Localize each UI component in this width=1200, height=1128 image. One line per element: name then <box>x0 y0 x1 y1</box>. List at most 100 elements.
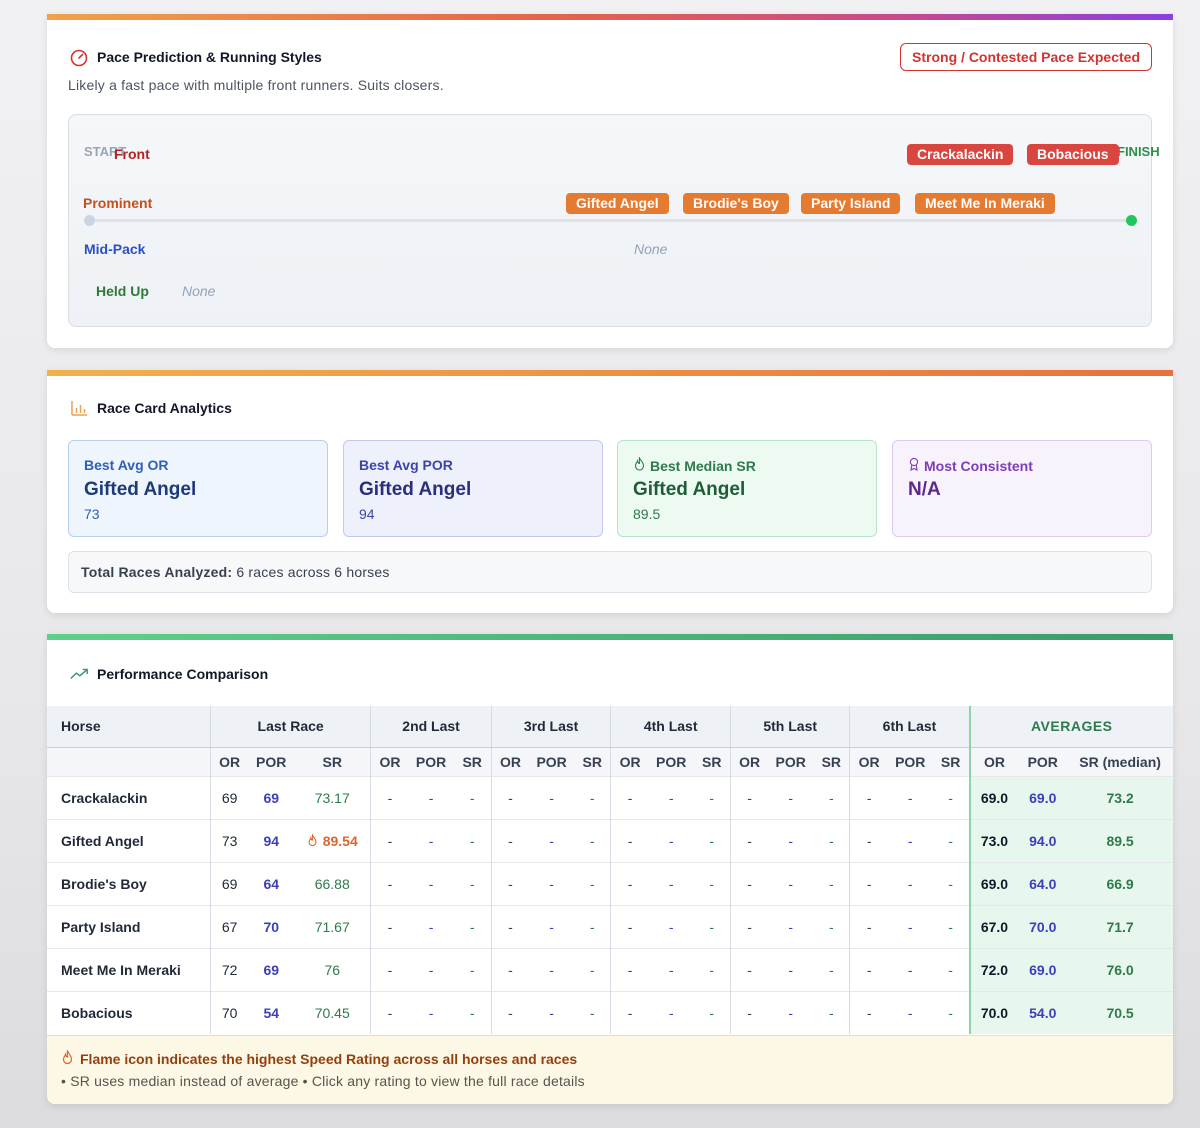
avg-por-cell: 94.0 <box>1018 818 1068 862</box>
empty-or-cell: - <box>490 947 530 991</box>
stat-horse-name: N/A <box>908 479 941 500</box>
horse-pill[interactable]: Brodie's Boy <box>683 193 789 214</box>
stat-label-row: Best Median SR <box>633 456 756 474</box>
horse-pill[interactable]: Crackalackin <box>907 144 1014 165</box>
front-horses: Crackalackin Bobacious <box>69 144 1151 165</box>
performance-title: Performance Comparison <box>97 666 269 682</box>
empty-or-cell: - <box>610 904 649 948</box>
empty-por-cell: - <box>887 947 933 991</box>
empty-or-cell: - <box>370 990 409 1034</box>
empty-or-cell: - <box>610 775 649 819</box>
empty-por-cell: - <box>408 904 454 948</box>
heldup-label: Held Up <box>96 283 149 299</box>
avg-sr-median-cell: 70.5 <box>1067 990 1173 1034</box>
stat-horse-name: Gifted Angel <box>359 479 472 500</box>
pace-title: Pace Prediction & Running Styles <box>97 49 322 65</box>
last-race-sr-cell[interactable]: 76 <box>294 947 371 991</box>
avg-or-cell: 72.0 <box>968 947 1019 991</box>
empty-sr-cell: - <box>932 775 970 819</box>
empty-por-cell: - <box>648 861 694 905</box>
avg-or-cell: 70.0 <box>968 990 1019 1034</box>
stat-horse-name: Gifted Angel <box>633 479 746 500</box>
empty-or-cell: - <box>490 818 530 862</box>
track-finish-dot <box>1126 215 1137 226</box>
last-race-sr-cell[interactable]: 71.67 <box>294 904 371 948</box>
last-race-por-cell[interactable]: 69 <box>248 947 295 991</box>
table-row: Party Island 67 70 71.67- - - - - - - - - - - - - - -67.0… <box>47 904 1173 948</box>
last-race-sr-cell[interactable]: 89.54 <box>294 818 371 862</box>
avg-or-cell: 73.0 <box>968 818 1019 862</box>
avg-sr-median-cell: 89.5 <box>1067 818 1173 862</box>
sub-header-sr: SR <box>453 747 492 776</box>
last-race-por-cell[interactable]: 54 <box>248 990 295 1034</box>
empty-sr-cell: - <box>693 861 731 905</box>
col-header-4th-last: 4th Last <box>610 706 731 748</box>
table-row: Crackalackin 69 69 73.17- - - - - - - - - - - - - - -69.0… <box>47 775 1173 819</box>
sub-header-row: OR POR SR OR POR SR OR POR SR OR POR SR OR POR SR OR POR… <box>47 747 1173 776</box>
empty-or-cell: - <box>729 990 769 1034</box>
stat-value: 89.5 <box>633 506 661 522</box>
stat-best-avg-por: Best Avg POR Gifted Angel 94 <box>343 440 603 537</box>
last-race-por-cell[interactable]: 70 <box>248 904 295 948</box>
avg-sr-median-cell: 66.9 <box>1067 861 1173 905</box>
table-row: Brodie's Boy 69 64 66.88- - - - - - - - - - - - - - -69.0… <box>47 861 1173 905</box>
last-race-or-cell[interactable]: 67 <box>209 904 249 948</box>
last-race-por-cell[interactable]: 69 <box>248 775 295 819</box>
last-race-por-cell[interactable]: 94 <box>248 818 295 862</box>
sub-header-sr: SR <box>693 747 731 776</box>
horse-pill[interactable]: Meet Me In Meraki <box>915 193 1055 214</box>
horse-pill[interactable]: Bobacious <box>1027 144 1119 165</box>
table-row: Bobacious 70 54 70.45- - - - - - - - - - - - - - -70.0 54.… <box>47 990 1173 1034</box>
horse-pill[interactable]: Gifted Angel <box>566 193 669 214</box>
horse-name-cell: Bobacious <box>47 990 211 1034</box>
bar-chart-icon <box>69 398 89 418</box>
empty-sr-cell: - <box>813 775 850 819</box>
empty-sr-cell: - <box>453 904 492 948</box>
empty-or-cell: - <box>490 861 530 905</box>
empty-or-cell: - <box>849 818 888 862</box>
avg-por-cell: 54.0 <box>1018 990 1068 1034</box>
sub-header-avg-1: POR <box>1018 747 1068 776</box>
table-row: Gifted Angel 73 94 89.54- - - - - - - - - - - - - - -73.0… <box>47 818 1173 862</box>
empty-sr-cell: - <box>574 861 611 905</box>
last-race-or-cell[interactable]: 70 <box>209 990 249 1034</box>
heldup-none: None <box>182 283 216 299</box>
horse-pill[interactable]: Party Island <box>801 193 901 214</box>
last-race-sr-cell[interactable]: 70.45 <box>294 990 371 1034</box>
last-race-or-cell[interactable]: 69 <box>209 775 249 819</box>
last-race-or-cell[interactable]: 72 <box>209 947 249 991</box>
empty-or-cell: - <box>370 818 409 862</box>
last-race-sr-cell[interactable]: 66.88 <box>294 861 371 905</box>
sub-header-por: POR <box>529 747 575 776</box>
empty-sr-cell: - <box>693 775 731 819</box>
analytics-title-row: Race Card Analytics <box>69 398 232 418</box>
avg-sr-median-cell: 71.7 <box>1067 904 1173 948</box>
last-race-sr-cell[interactable]: 73.17 <box>294 775 371 819</box>
award-icon <box>908 457 920 474</box>
empty-por-cell: - <box>768 818 814 862</box>
last-race-por-cell[interactable]: 64 <box>248 861 295 905</box>
total-races-value: 6 races across 6 horses <box>236 564 390 580</box>
race-card-analytics-card: Race Card Analytics Best Avg OR Gifted A… <box>47 370 1173 613</box>
empty-or-cell: - <box>729 947 769 991</box>
avg-sr-median-cell: 73.2 <box>1067 775 1173 819</box>
empty-por-cell: - <box>648 947 694 991</box>
avg-por-cell: 69.0 <box>1018 775 1068 819</box>
empty-or-cell: - <box>849 947 888 991</box>
empty-sr-cell: - <box>932 818 970 862</box>
empty-or-cell: - <box>849 904 888 948</box>
avg-por-cell: 64.0 <box>1018 861 1068 905</box>
stat-best-avg-or: Best Avg OR Gifted Angel 73 <box>68 440 328 537</box>
empty-or-cell: - <box>729 775 769 819</box>
empty-or-cell: - <box>370 947 409 991</box>
last-race-or-cell[interactable]: 73 <box>209 818 249 862</box>
sub-header-or: OR <box>729 747 769 776</box>
empty-sr-cell: - <box>813 990 850 1034</box>
avg-sr-median-cell: 76.0 <box>1067 947 1173 991</box>
sub-header-empty <box>47 747 211 776</box>
empty-or-cell: - <box>610 990 649 1034</box>
last-race-or-cell[interactable]: 69 <box>209 861 249 905</box>
empty-sr-cell: - <box>813 861 850 905</box>
stat-horse-name: Gifted Angel <box>84 479 197 500</box>
avg-or-cell: 69.0 <box>968 775 1019 819</box>
